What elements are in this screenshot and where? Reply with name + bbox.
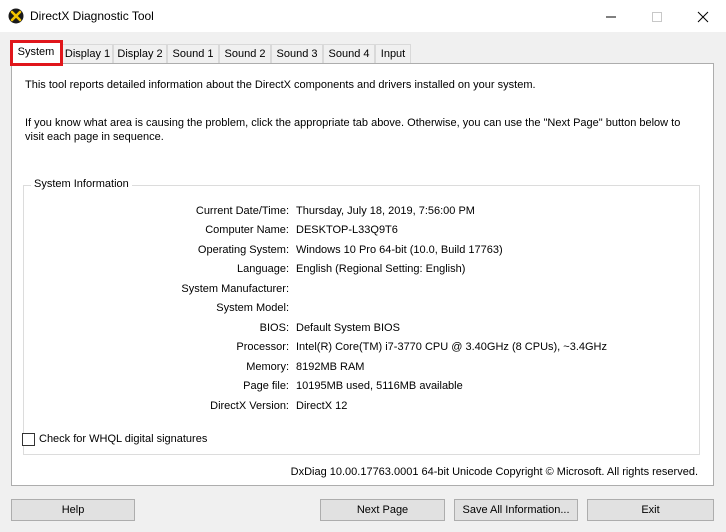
intro-instructions: If you know what area is causing the pro… [25, 117, 681, 143]
tab-display-1[interactable]: Display 1 [62, 44, 113, 63]
tab-sound-2[interactable]: Sound 2 [219, 44, 271, 63]
info-label: Operating System: [197, 244, 289, 256]
system-panel: This tool reports detailed information a… [11, 63, 714, 486]
info-row-system-model: System Model: [24, 302, 701, 318]
info-value: Windows 10 Pro 64-bit (10.0, Build 17763… [296, 244, 503, 256]
title-bar: DirectX Diagnostic Tool [0, 0, 726, 32]
info-value: DESKTOP-L33Q9T6 [296, 224, 398, 236]
tab-input[interactable]: Input [375, 44, 411, 63]
intro-text: This tool reports detailed information a… [25, 79, 536, 91]
minimize-icon [606, 16, 616, 18]
info-label: Page file: [243, 380, 289, 392]
system-tab-highlight [10, 40, 63, 66]
help-button[interactable]: Help [11, 499, 135, 521]
next-page-button[interactable]: Next Page [320, 499, 445, 521]
group-label: System Information [31, 178, 132, 190]
info-label: System Model: [216, 302, 289, 314]
info-row-memory: Memory: 8192MB RAM [24, 361, 701, 377]
system-information-group: System Information Current Date/Time: Th… [23, 178, 701, 455]
info-value: DirectX 12 [296, 400, 348, 412]
info-label: Current Date/Time: [195, 205, 289, 217]
close-button[interactable] [680, 0, 726, 32]
info-value: 10195MB used, 5116MB available [296, 380, 463, 392]
minimize-button[interactable] [588, 0, 634, 32]
info-row-processor: Processor: Intel(R) Core(TM) i7-3770 CPU… [24, 341, 701, 357]
exit-button[interactable]: Exit [587, 499, 714, 521]
tab-sound-4[interactable]: Sound 4 [323, 44, 375, 63]
info-row-bios: BIOS: Default System BIOS [24, 322, 701, 338]
info-row-page-file: Page file: 10195MB used, 5116MB availabl… [24, 380, 701, 396]
save-all-information-button[interactable]: Save All Information... [454, 499, 578, 521]
info-value: English (Regional Setting: English) [296, 263, 466, 275]
info-row-system-manufacturer: System Manufacturer: [24, 283, 701, 299]
window-title: DirectX Diagnostic Tool [30, 9, 154, 23]
info-value: 8192MB RAM [296, 361, 365, 373]
close-icon [697, 11, 709, 23]
whql-checkbox-label[interactable]: Check for WHQL digital signatures [39, 433, 207, 445]
info-row-date-time: Current Date/Time: Thursday, July 18, 20… [24, 205, 701, 221]
info-row-operating-system: Operating System: Windows 10 Pro 64-bit … [24, 244, 701, 260]
info-row-directx-version: DirectX Version: DirectX 12 [24, 400, 701, 416]
info-row-computer-name: Computer Name: DESKTOP-L33Q9T6 [24, 224, 701, 240]
info-label: Language: [237, 263, 289, 275]
directx-logo-icon [8, 8, 24, 24]
info-value: Thursday, July 18, 2019, 7:56:00 PM [296, 205, 475, 217]
info-label: Processor: [236, 341, 289, 353]
info-row-language: Language: English (Regional Setting: Eng… [24, 263, 701, 279]
info-label: BIOS: [259, 322, 289, 334]
info-label: Computer Name: [205, 224, 289, 236]
info-label: DirectX Version: [210, 400, 289, 412]
tab-sound-3[interactable]: Sound 3 [271, 44, 323, 63]
info-value: Intel(R) Core(TM) i7-3770 CPU @ 3.40GHz … [296, 341, 607, 353]
whql-checkbox[interactable] [22, 433, 35, 446]
info-label: System Manufacturer: [181, 283, 289, 295]
copyright-text: DxDiag 10.00.17763.0001 64-bit Unicode C… [290, 466, 698, 478]
tab-sound-1[interactable]: Sound 1 [167, 44, 219, 63]
maximize-button[interactable] [634, 0, 680, 32]
tab-display-2[interactable]: Display 2 [113, 44, 167, 63]
info-label: Memory: [246, 361, 289, 373]
info-value: Default System BIOS [296, 322, 400, 334]
maximize-icon [652, 12, 662, 22]
